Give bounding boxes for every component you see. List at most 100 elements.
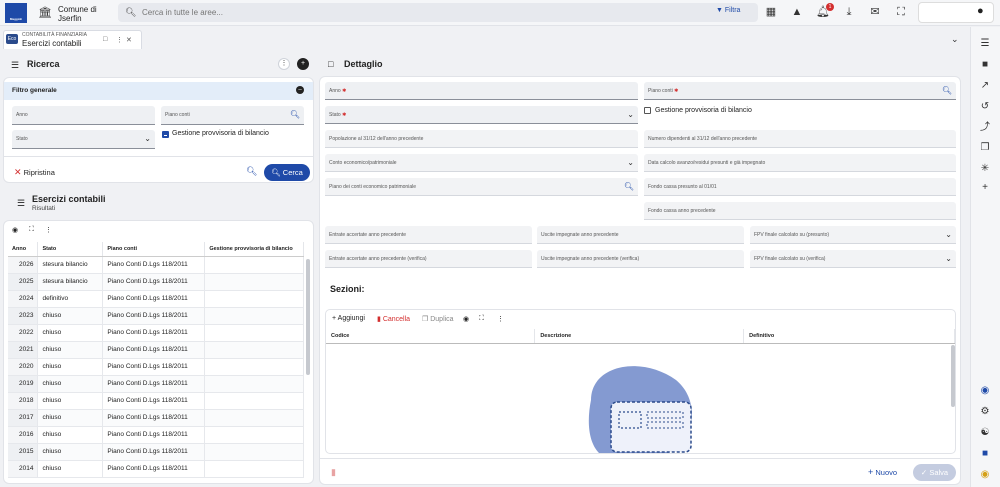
warning-icon[interactable]: ▲ — [790, 5, 804, 19]
sezioni-header-row: Codice Descrizione Definitivo — [326, 329, 955, 344]
user-account-icon[interactable]: ● — [977, 5, 984, 17]
visibility-eye-icon[interactable]: ◉ — [12, 226, 18, 234]
table-row[interactable]: 2022 chiuso Piano Conti D.Lgs 118/2011 — [8, 324, 304, 342]
trend-chart-icon[interactable]: ↗ — [978, 79, 992, 93]
table-row[interactable]: 2024 definitivo Piano Conti D.Lgs 118/2011 — [8, 290, 304, 308]
cerca-button[interactable]: 🔍︎ Cerca — [264, 164, 310, 181]
fullscreen-icon[interactable]: ⛶ — [479, 315, 484, 323]
fpv-verifica-select[interactable]: FPV finale calcolato su (verifica) ⌄ — [750, 250, 956, 268]
reset-button[interactable]: ✕ Ripristina — [10, 164, 68, 180]
table-row[interactable]: 2015 chiuso Piano Conti D.Lgs 118/2011 — [8, 443, 304, 461]
anno-field[interactable]: Anno ✱ — [325, 82, 638, 100]
add-icon[interactable]: + — [978, 181, 992, 195]
piano-conti-filter-field[interactable]: Piano conti 🔍︎ — [161, 106, 304, 125]
table-row[interactable]: 2026 stesura bilancio Piano Conti D.Lgs 11… — [8, 256, 304, 274]
filter-button[interactable]: ▼ Filtra — [716, 7, 740, 14]
support-icon[interactable]: ◉ — [978, 468, 992, 482]
table-row[interactable]: 2017 chiuso Piano Conti D.Lgs 118/2011 — [8, 409, 304, 427]
stato-filter-label: Stato — [16, 136, 28, 142]
delete-section-button[interactable]: ▮ Cancella — [377, 315, 410, 323]
chevron-down-icon[interactable]: ⌄ — [951, 34, 959, 45]
table-scrollbar[interactable] — [306, 259, 310, 375]
cell-anno: 2023 — [8, 307, 39, 325]
history-icon[interactable]: ↺ — [978, 100, 992, 114]
accessibility-icon[interactable]: ☯ — [978, 426, 992, 440]
visibility-eye-icon[interactable]: ◉ — [463, 315, 469, 323]
fullscreen-icon[interactable]: ⛶ — [894, 5, 908, 19]
piano-conti-field[interactable]: Piano conti ✱ 🔍︎ — [644, 82, 956, 100]
location-icon[interactable]: ◉ — [978, 384, 992, 398]
gestione-provvisoria-checkbox[interactable] — [162, 131, 169, 138]
table-row[interactable]: 2025 stesura bilancio Piano Conti D.Lgs 11… — [8, 273, 304, 291]
cell-gestione — [204, 273, 304, 291]
duplicate-section-button[interactable]: ❐ Duplica — [422, 315, 454, 323]
table-row[interactable]: 2019 chiuso Piano Conti D.Lgs 118/2011 — [8, 375, 304, 393]
col-header-gestione[interactable]: Gestione provvisoria di bilancio — [204, 242, 304, 257]
data-calcolo-field[interactable]: Data calcolo avanzo/residui presunti e g… — [644, 154, 956, 172]
search-icon[interactable]: 🔍︎ — [624, 182, 634, 191]
uscite-verifica-field[interactable]: Uscite impegnate anno precedente (verifi… — [537, 250, 744, 268]
list-view-icon[interactable]: ☰ — [978, 37, 992, 51]
conto-economico-select[interactable]: Conto economico/patrimoniale ⌄ — [325, 154, 638, 172]
tab-more-icon[interactable]: ⋮ — [116, 36, 123, 44]
download-icon[interactable]: ⤓ — [842, 5, 856, 19]
brand-logo[interactable]: Maggioli — [5, 3, 27, 23]
dipendenti-field[interactable]: Numero dipendenti al 31/12 dell'anno pre… — [644, 130, 956, 148]
results-subtitle: Risultati — [32, 205, 56, 212]
table-row[interactable]: 2018 chiuso Piano Conti D.Lgs 118/2011 — [8, 392, 304, 410]
uscite-field[interactable]: Uscite impegnate anno precedente — [537, 226, 744, 244]
save-button[interactable]: ✓ Salva — [913, 464, 956, 481]
organization-name: Comune di Jserfin — [58, 5, 108, 23]
fpv-presunto-select[interactable]: FPV finale calcolato su (presunto) ⌄ — [750, 226, 956, 244]
add-section-button[interactable]: + Aggiungi — [332, 315, 365, 322]
col-header-definitivo[interactable]: Definitivo — [743, 329, 955, 344]
copy-icon[interactable]: ❐ — [978, 141, 992, 155]
col-header-anno[interactable]: Anno — [8, 242, 39, 257]
fullscreen-icon[interactable]: ⛶ — [29, 226, 34, 234]
pin-icon[interactable]: ⤴ — [978, 121, 992, 135]
fondo-presunto-field[interactable]: Fondo cassa presunto al 01/01 — [644, 178, 956, 196]
search-icon[interactable]: 🔍︎ — [290, 110, 300, 119]
collapse-filter-icon[interactable]: – — [296, 86, 304, 94]
sezioni-scrollbar[interactable] — [951, 345, 955, 407]
gestione-provvisoria-detail-checkbox[interactable] — [644, 107, 651, 114]
table-row[interactable]: 2020 chiuso Piano Conti D.Lgs 118/2011 — [8, 358, 304, 376]
settings-gear-icon[interactable]: ⚙ — [978, 405, 992, 419]
col-header-descrizione[interactable]: Descrizione — [534, 329, 745, 344]
stato-filter-select[interactable]: Stato ⌄ — [12, 130, 155, 149]
table-row[interactable]: 2021 chiuso Piano Conti D.Lgs 118/2011 — [8, 341, 304, 359]
anno-filter-field[interactable]: Anno — [12, 106, 155, 125]
col-header-piano-conti[interactable]: Piano conti — [102, 242, 206, 257]
col-header-codice[interactable]: Codice — [326, 329, 536, 344]
book-icon[interactable]: ■ — [978, 58, 992, 72]
chevron-down-icon: ⌄ — [627, 158, 634, 167]
table-row[interactable]: 2014 chiuso Piano Conti D.Lgs 118/2011 — [8, 460, 304, 478]
mail-icon[interactable]: ✉ — [868, 5, 882, 19]
entrate-verifica-field[interactable]: Entrate accertate anno precedente (verif… — [325, 250, 532, 268]
table-row[interactable]: 2016 chiuso Piano Conti D.Lgs 118/2011 — [8, 426, 304, 444]
bookmark-icon[interactable]: □ — [103, 36, 107, 43]
piano-economico-field[interactable]: Piano dei conti economico patrimoniale 🔍︎ — [325, 178, 638, 196]
institution-icon[interactable]: 🏛 — [38, 6, 52, 20]
ricerca-more-icon[interactable]: ⋮ — [278, 58, 290, 70]
grid-more-icon[interactable]: ⋮ — [45, 226, 52, 234]
ricerca-add-icon[interactable]: + — [297, 58, 309, 70]
save-label: Salva — [929, 468, 949, 477]
fondo-anno-field[interactable]: Fondo cassa anno precedente — [644, 202, 956, 220]
apps-grid-icon[interactable]: ▦ — [764, 5, 778, 19]
delete-record-icon[interactable]: ▮ — [331, 467, 336, 478]
entrate-field[interactable]: Entrate accertate anno precedente — [325, 226, 532, 244]
grid-more-icon[interactable]: ⋮ — [497, 315, 504, 323]
new-record-button[interactable]: + Nuovo — [868, 467, 897, 477]
table-row[interactable]: 2023 chiuso Piano Conti D.Lgs 118/2011 — [8, 307, 304, 325]
hub-icon[interactable]: ✳ — [978, 162, 992, 176]
col-header-stato[interactable]: Stato — [37, 242, 104, 257]
zoom-search-icon[interactable]: 🔍︎ — [246, 166, 257, 177]
popolazione-field[interactable]: Popolazione al 31/12 dell'anno precedent… — [325, 130, 638, 148]
stato-select[interactable]: Stato ✱ ⌄ — [325, 106, 638, 124]
global-search-input[interactable] — [142, 4, 702, 21]
chat-icon[interactable]: ■ — [978, 447, 992, 461]
tab-close-icon[interactable]: ✕ — [126, 36, 132, 44]
piano-conti-filter-label: Piano conti — [165, 112, 190, 118]
search-icon[interactable]: 🔍︎ — [942, 86, 952, 95]
